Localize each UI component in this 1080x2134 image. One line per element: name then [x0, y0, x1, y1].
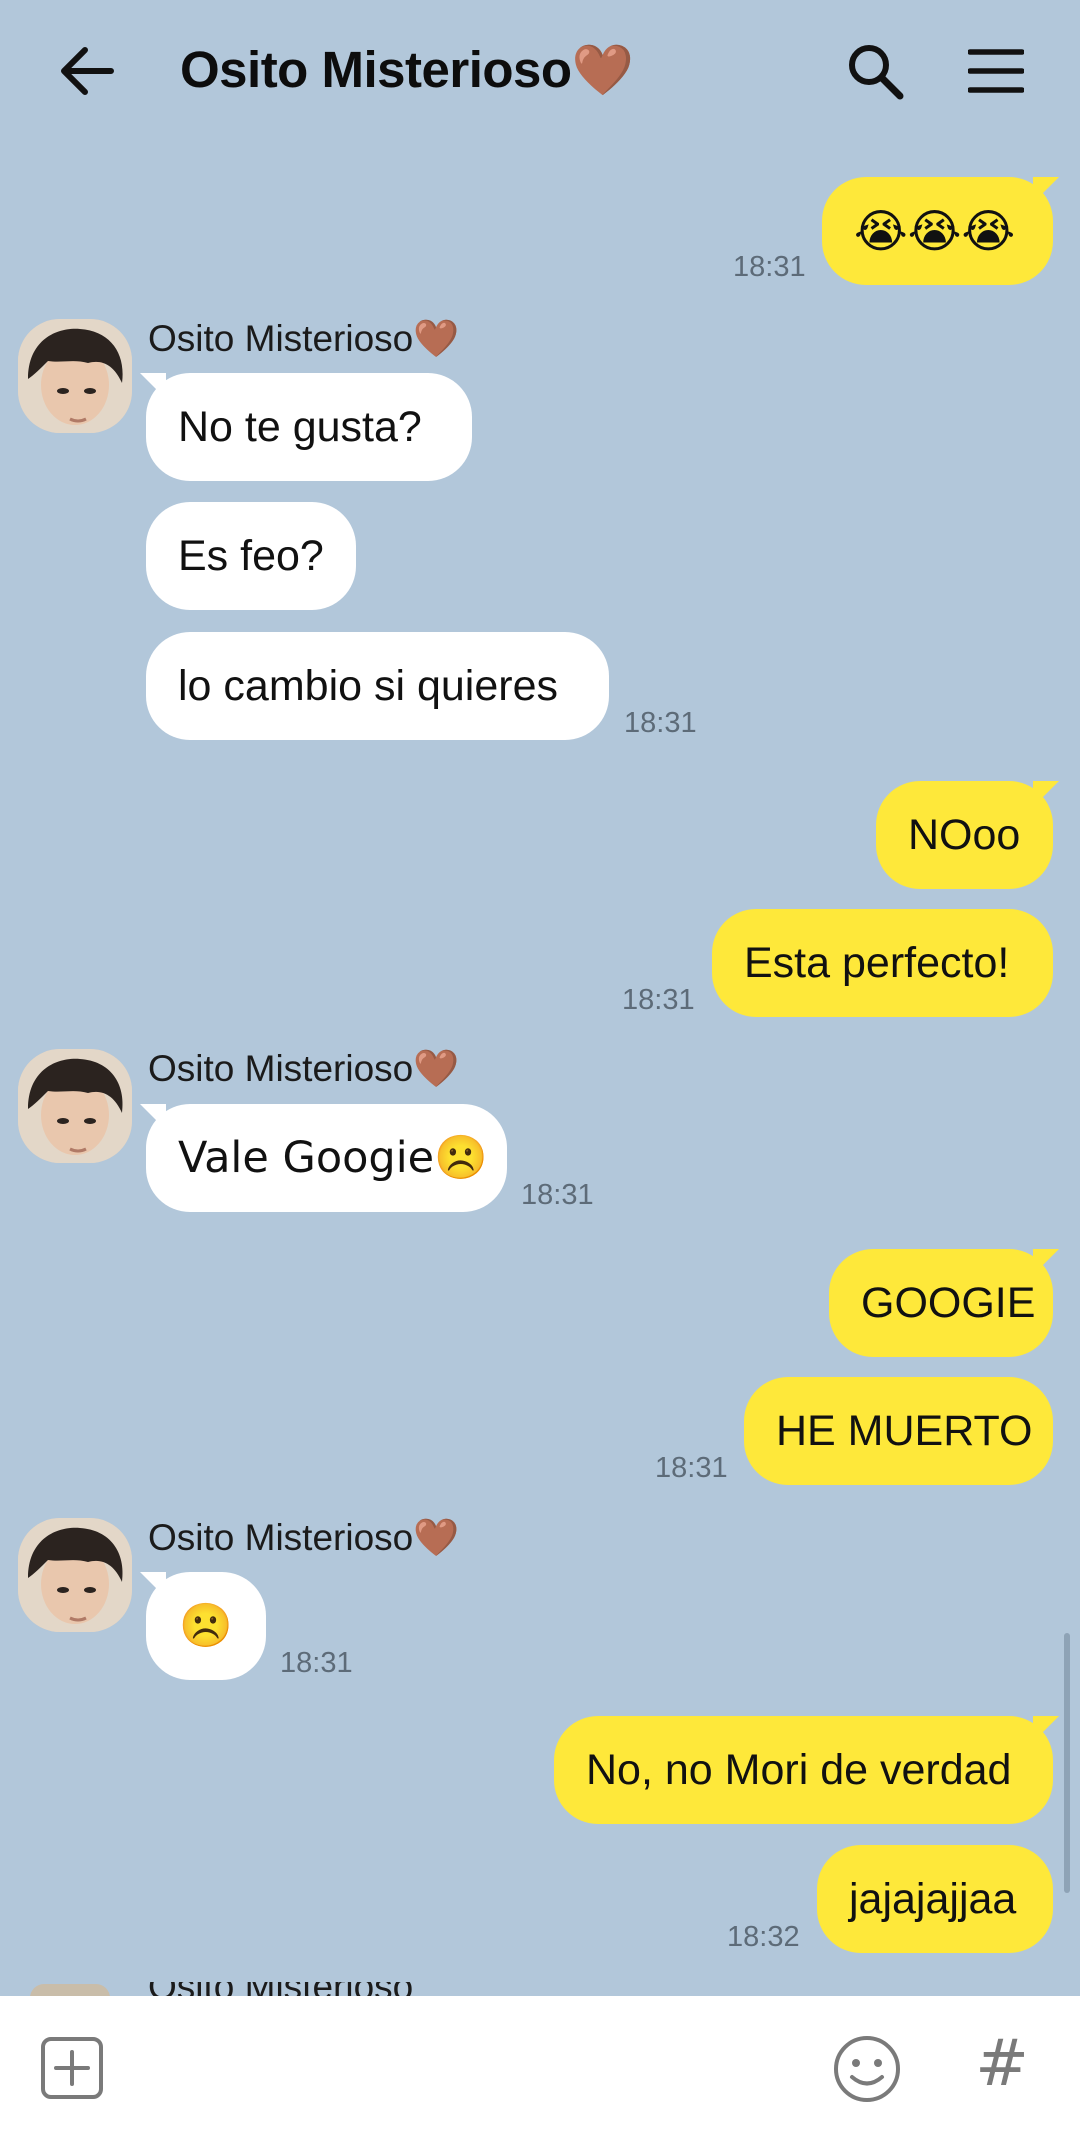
message-timestamp: 18:31	[280, 1647, 353, 1679]
heart-icon: 🤎	[413, 317, 460, 360]
sender-name-partial: Osito Misterioso	[148, 1982, 478, 1996]
message-bubble-outgoing[interactable]: NOoo	[876, 781, 1059, 889]
message-bubble-outgoing[interactable]: HE MUERTO	[744, 1377, 1053, 1485]
smiley-icon	[834, 2036, 900, 2102]
avatar-photo	[18, 1518, 132, 1632]
back-button[interactable]	[52, 36, 122, 106]
avatar-photo	[18, 1049, 132, 1163]
arrow-left-icon	[61, 47, 114, 95]
sender-name: Osito Misterioso🤎	[148, 317, 460, 360]
message-timestamp: 18:31	[521, 1179, 594, 1211]
menu-button[interactable]	[960, 36, 1032, 106]
chat-title: Osito Misterioso🤎	[180, 41, 634, 99]
message-bubble-outgoing[interactable]: No, no Mori de verdad	[554, 1716, 1059, 1824]
contact-avatar[interactable]	[18, 1518, 132, 1632]
message-bubble-incoming[interactable]: No te gusta?	[140, 373, 472, 481]
hamburger-menu-icon	[968, 49, 1024, 93]
message-timestamp: 18:32	[727, 1921, 800, 1953]
heart-icon: 🤎	[571, 41, 634, 99]
message-bubble-outgoing[interactable]: Esta perfecto!	[712, 909, 1053, 1017]
message-timestamp: 18:31	[655, 1452, 728, 1484]
sender-name: Osito Misterioso🤎	[148, 1516, 460, 1559]
message-bubble-incoming[interactable]: Es feo?	[146, 502, 356, 610]
message-bubble-outgoing[interactable]: jajajajjaa	[817, 1845, 1053, 1953]
message-bubble-outgoing[interactable]: GOOGIE	[829, 1249, 1059, 1357]
search-button[interactable]	[840, 36, 910, 106]
plus-square-icon	[41, 2037, 103, 2099]
attach-button[interactable]	[40, 2036, 104, 2100]
scrollbar[interactable]	[1064, 1633, 1070, 1893]
contact-avatar[interactable]	[18, 1049, 132, 1163]
message-timestamp: 18:31	[733, 251, 806, 283]
emoji-button[interactable]	[832, 2034, 902, 2104]
heart-icon: 🤎	[413, 1047, 460, 1090]
sender-name: Osito Misterioso🤎	[148, 1047, 460, 1090]
message-bubble-incoming[interactable]: Vale Googie☹️	[140, 1104, 507, 1212]
message-timestamp: 18:31	[624, 707, 697, 739]
message-bubble-incoming[interactable]: lo cambio si quieres	[146, 632, 609, 740]
search-icon	[849, 45, 904, 100]
contact-avatar[interactable]	[18, 319, 132, 433]
message-bubble-outgoing[interactable]: 😭😭😭	[822, 177, 1059, 285]
chat-header: Osito Misterioso🤎	[0, 0, 1080, 140]
hashtag-button[interactable]: #	[972, 2028, 1032, 2100]
message-bubble-incoming[interactable]: ☹️	[140, 1572, 266, 1680]
avatar-photo	[18, 319, 132, 433]
input-bar	[0, 1996, 1080, 2134]
heart-icon: 🤎	[413, 1516, 460, 1559]
message-timestamp: 18:31	[622, 984, 695, 1016]
